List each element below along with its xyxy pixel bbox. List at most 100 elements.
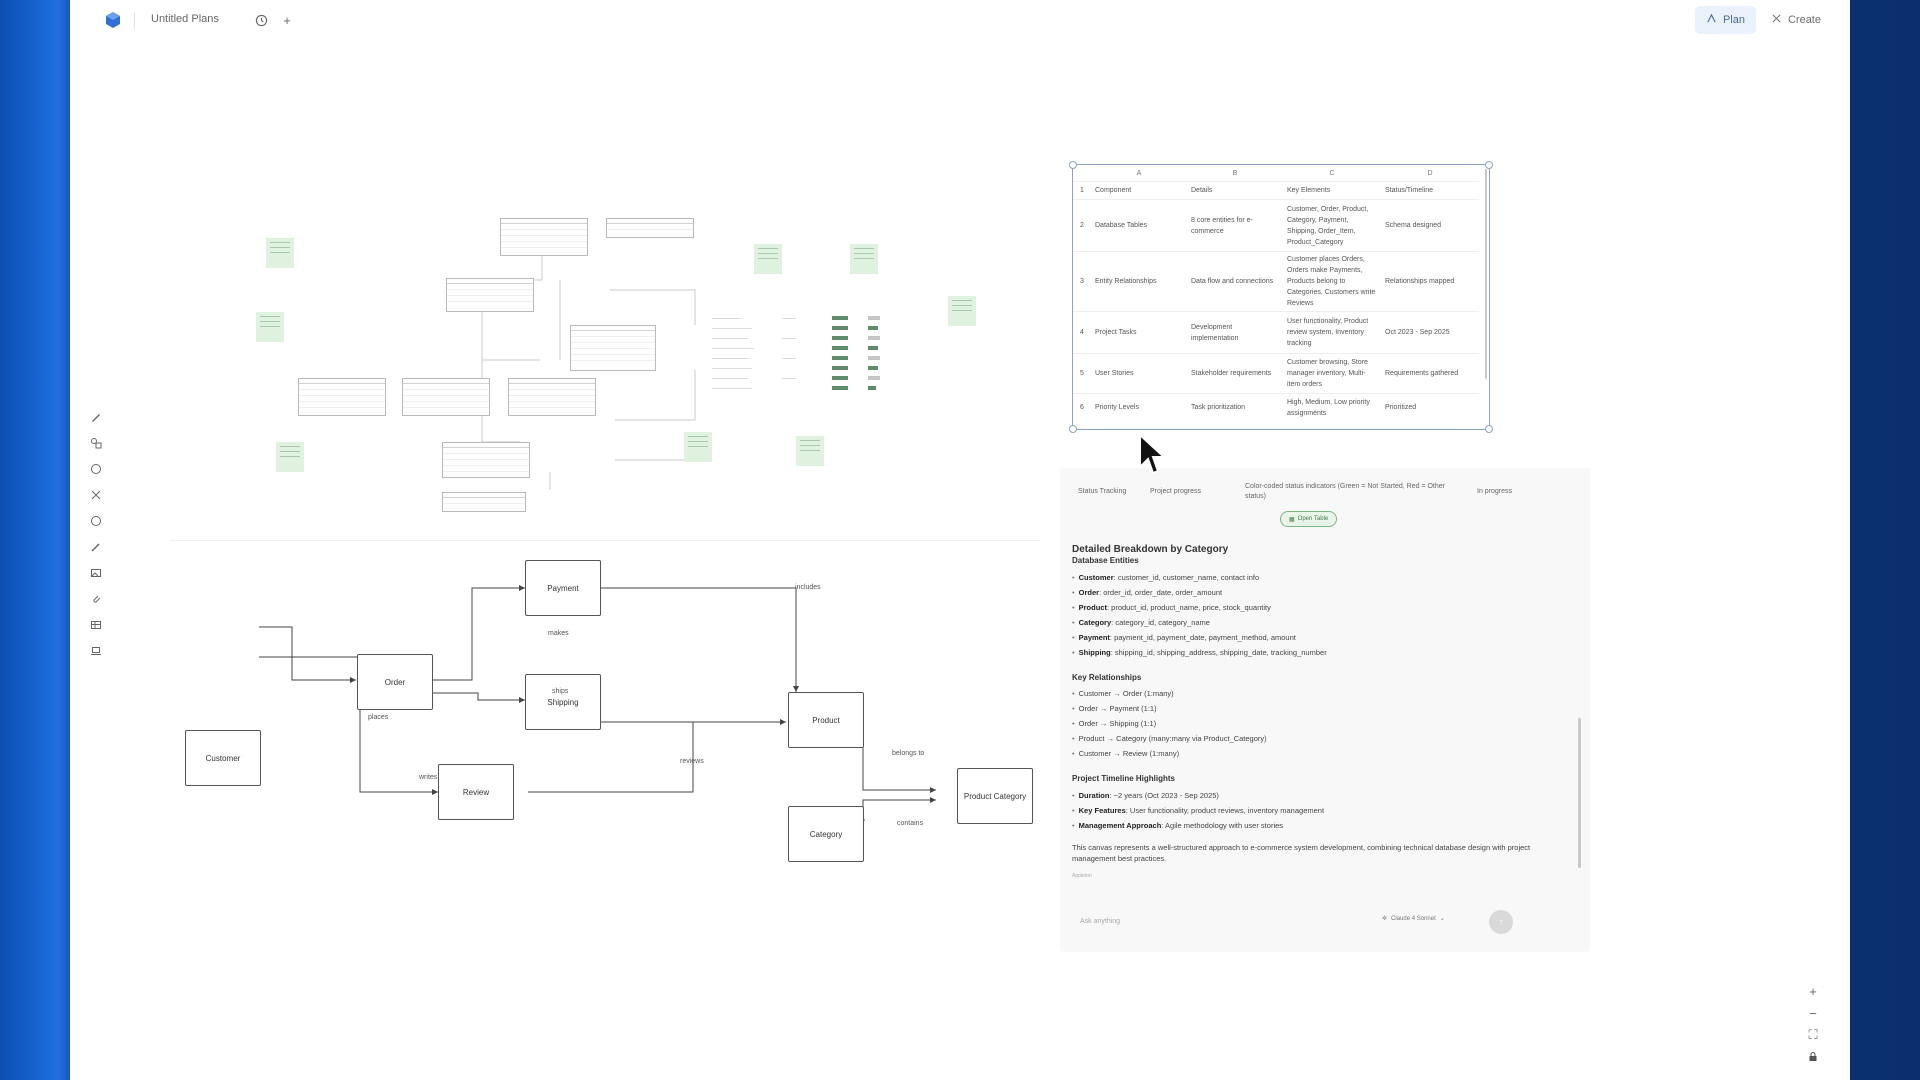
sticky-note[interactable] [276, 442, 304, 472]
table-cell[interactable]: Component [1091, 181, 1187, 200]
table-cell[interactable]: Data flow and connections [1187, 251, 1283, 312]
chat-scrollbar[interactable] [1578, 718, 1581, 868]
table-cell[interactable]: Task prioritization [1187, 393, 1283, 422]
app-logo-icon[interactable] [104, 11, 122, 29]
erd-table[interactable] [402, 378, 490, 416]
sticky-note[interactable] [266, 238, 294, 268]
table-row: 5 User Stories Stakeholder requirements … [1073, 353, 1479, 394]
zoom-out-icon[interactable]: − [1804, 1002, 1822, 1024]
resize-handle-top-left[interactable] [1069, 161, 1077, 169]
history-icon[interactable] [251, 10, 271, 30]
erd-table[interactable] [442, 442, 530, 478]
create-icon [1771, 13, 1782, 27]
erd-table[interactable] [298, 378, 386, 416]
flow-node-product[interactable]: Product [788, 692, 864, 748]
table-cell[interactable]: Key Elements [1283, 181, 1381, 200]
table-cell[interactable]: Status/Timeline [1381, 181, 1479, 200]
table-cell[interactable]: Development implementation [1187, 311, 1283, 354]
table-cell[interactable]: User functionality, Product review syste… [1283, 311, 1381, 354]
edge-label-places: places [368, 714, 389, 721]
erd-table[interactable] [442, 492, 526, 512]
resize-handle-bottom-right[interactable] [1485, 425, 1493, 433]
table-cell[interactable]: Stakeholder requirements [1187, 353, 1283, 394]
table-row: 2 Database Tables 8 core entities for e-… [1073, 199, 1479, 252]
sticky-note[interactable] [948, 296, 976, 326]
table-cell[interactable]: Customer browsing, Store manager invento… [1283, 353, 1381, 394]
fit-screen-icon[interactable]: ⛶ [1804, 1024, 1822, 1046]
pen-icon[interactable] [84, 405, 108, 429]
flow-node-product-category[interactable]: Product Category [957, 768, 1033, 824]
chat-input[interactable]: Ask anything [1080, 918, 1120, 925]
open-table-button[interactable]: ▦ Open Table [1280, 511, 1338, 527]
footer-note: Appleton [1072, 873, 1092, 879]
project-title[interactable]: Untitled Plans [151, 13, 219, 25]
send-button[interactable]: ↑ [1489, 910, 1513, 934]
sticky-note[interactable] [684, 432, 712, 462]
attach-icon[interactable] [84, 587, 108, 611]
table-cell[interactable]: 8 core entities for e-commerce [1187, 199, 1283, 252]
lock-icon[interactable] [1804, 1046, 1822, 1068]
sticky-note[interactable] [850, 244, 878, 274]
flow-node-category[interactable]: Category [788, 806, 864, 862]
table-cell[interactable]: User Stories [1091, 353, 1187, 394]
column-header-c[interactable]: C [1283, 165, 1381, 182]
list-item: Product → Category (many:many via Produc… [1072, 731, 1267, 746]
erd-table[interactable] [446, 278, 534, 312]
laptop-icon[interactable] [84, 639, 108, 663]
image-icon[interactable] [84, 561, 108, 585]
edge-label-ships: ships [552, 688, 569, 695]
sticky-note[interactable] [754, 244, 782, 274]
table-cell[interactable]: Entity Relationships [1091, 251, 1187, 312]
table-cell[interactable]: Customer, Order, Product, Category, Paym… [1283, 199, 1381, 252]
sticky-note[interactable] [796, 436, 824, 466]
table-cell[interactable]: High, Medium, Low priority assignments [1283, 393, 1381, 422]
flow-node-shipping[interactable]: Shipping [525, 674, 601, 730]
table-cell[interactable]: Project Tasks [1091, 311, 1187, 354]
sheet-scrollbar[interactable] [1485, 169, 1487, 379]
spreadsheet-table[interactable]: A B C D 1 Component Details Key Elements… [1072, 164, 1490, 430]
table-cell[interactable]: Details [1187, 181, 1283, 200]
table-cell[interactable]: Database Tables [1091, 199, 1187, 252]
column-header-d[interactable]: D [1381, 165, 1479, 182]
sheet-grid: A B C D 1 Component Details Key Elements… [1073, 165, 1479, 422]
table-cell[interactable]: Requirements gathered [1381, 353, 1479, 394]
row-number: 2 [1073, 199, 1091, 252]
erd-table[interactable] [570, 325, 656, 371]
flow-node-review[interactable]: Review [438, 764, 514, 820]
create-mode-button[interactable]: Create [1760, 6, 1832, 34]
table-cell[interactable]: Customer places Orders, Orders make Paym… [1283, 251, 1381, 312]
zoom-in-icon[interactable]: + [1804, 980, 1822, 1002]
table-cell[interactable]: Oct 2023 - Sep 2025 [1381, 311, 1479, 354]
table-cell[interactable]: Prioritized [1381, 393, 1479, 422]
sticky-note[interactable] [256, 312, 284, 342]
chat-bubble-icon[interactable] [84, 509, 108, 533]
resize-handle-bottom-left[interactable] [1069, 425, 1077, 433]
add-icon[interactable]: + [277, 10, 297, 30]
flow-diagram[interactable]: Payment Order Shipping Product Customer … [182, 550, 1033, 870]
list-item: Order → Payment (1:1) [1072, 701, 1267, 716]
erd-table[interactable] [500, 218, 588, 256]
erd-thumbnail[interactable] [220, 210, 980, 530]
erd-table[interactable] [508, 378, 596, 416]
resize-handle-top-right[interactable] [1485, 161, 1493, 169]
erd-table[interactable] [606, 218, 694, 238]
column-header-b[interactable]: B [1187, 165, 1283, 182]
plan-mode-button[interactable]: Plan [1694, 6, 1756, 34]
flow-node-order[interactable]: Order [357, 654, 433, 710]
comment-icon[interactable] [84, 457, 108, 481]
edge-label-makes: makes [548, 630, 569, 637]
flow-node-customer[interactable]: Customer [185, 730, 261, 786]
connector-icon[interactable] [84, 483, 108, 507]
table-cell[interactable]: Relationships mapped [1381, 251, 1479, 312]
plan-mode-label: Plan [1722, 14, 1745, 26]
edge-label-writes: writes [419, 774, 438, 781]
pencil-icon[interactable] [84, 535, 108, 559]
table-cell[interactable]: Schema designed [1381, 199, 1479, 252]
table-cell[interactable]: Priority Levels [1091, 393, 1187, 422]
table-icon[interactable] [84, 613, 108, 637]
top-bar: Untitled Plans + Plan Create [70, 0, 1850, 42]
shapes-icon[interactable] [84, 431, 108, 455]
flow-node-payment[interactable]: Payment [525, 560, 601, 616]
model-selector[interactable]: ✲ Claude 4 Sonnet ⌄ [1382, 915, 1445, 923]
column-header-a[interactable]: A [1091, 165, 1187, 182]
